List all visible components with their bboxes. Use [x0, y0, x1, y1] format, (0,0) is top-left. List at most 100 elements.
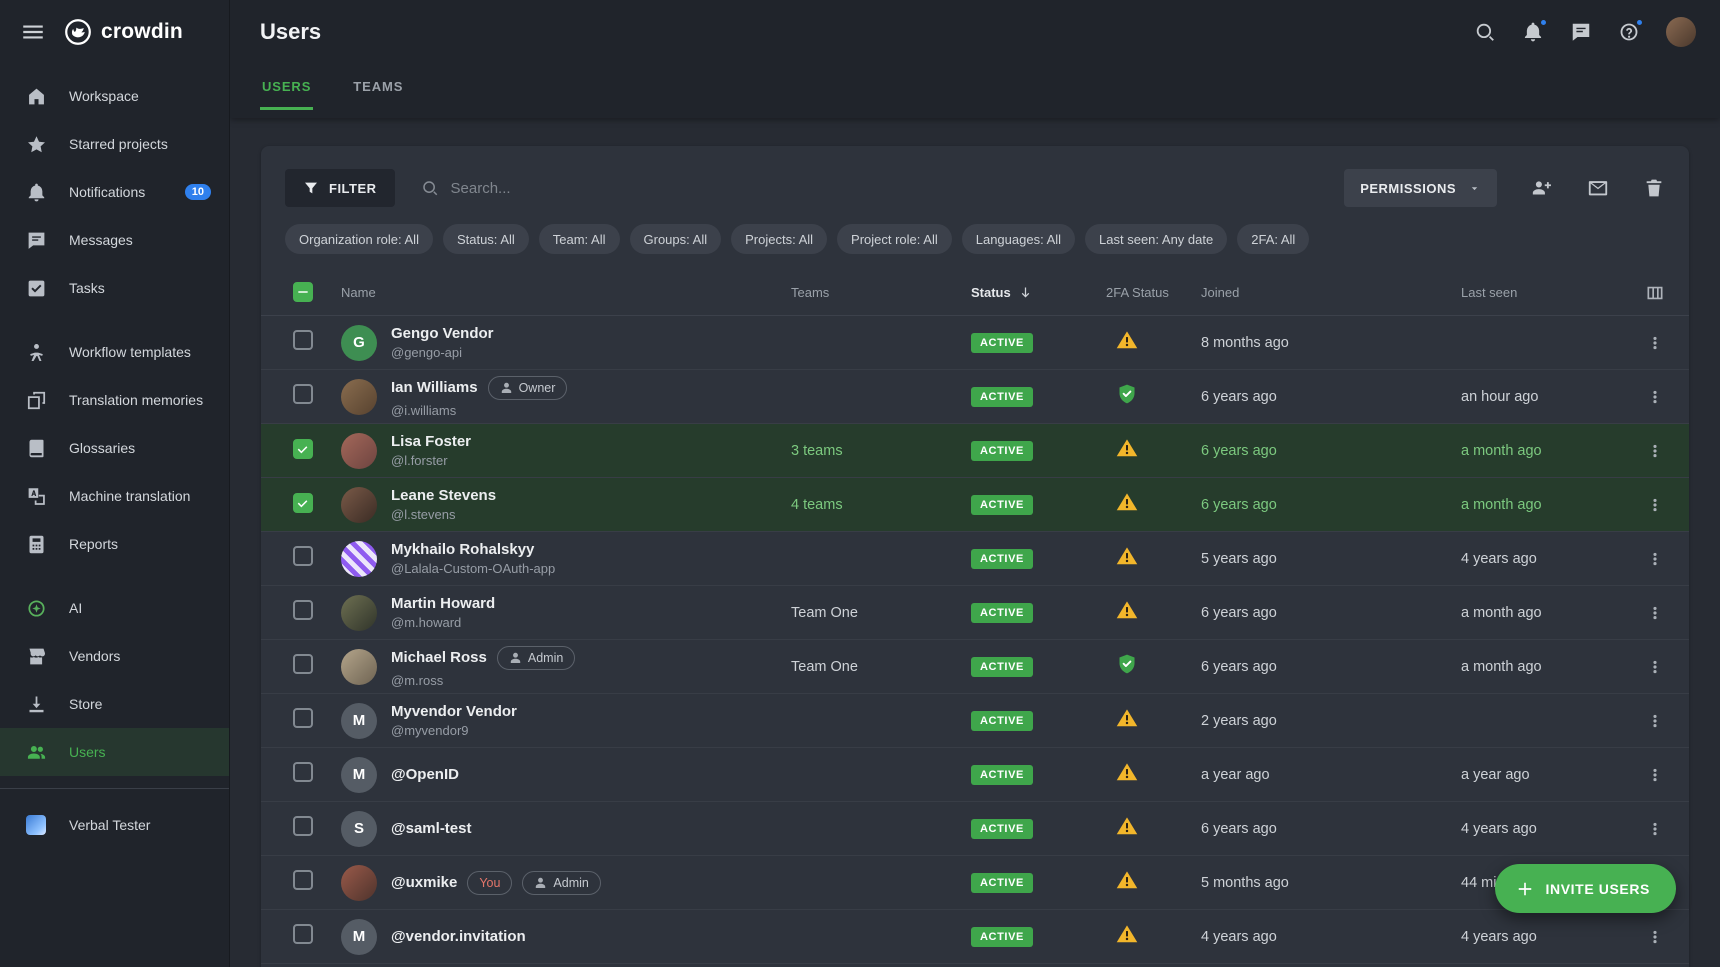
teams-cell[interactable]: Team One [791, 659, 971, 675]
column-header-teams[interactable]: Teams [791, 285, 971, 300]
row-menu-icon[interactable] [1645, 549, 1665, 569]
user-name[interactable]: Myvendor Vendor [391, 703, 517, 720]
row-menu-icon[interactable] [1645, 765, 1665, 785]
filter-chip-languages-all[interactable]: Languages: All [962, 224, 1075, 254]
search-icon[interactable] [1474, 21, 1496, 43]
tab-teams[interactable]: TEAMS [351, 63, 405, 110]
row-menu-icon[interactable] [1645, 603, 1665, 623]
row-checkbox[interactable] [293, 600, 313, 620]
sidebar-item-reports[interactable]: Reports [0, 520, 229, 568]
sidebar-item-glossaries[interactable]: Glossaries [0, 424, 229, 472]
sidebar-item-store[interactable]: Store [0, 680, 229, 728]
search-input[interactable] [449, 179, 769, 198]
user-name[interactable]: Michael Ross [391, 649, 487, 666]
sidebar-item-messages[interactable]: Messages [0, 216, 229, 264]
user-name[interactable]: @vendor.invitation [391, 928, 526, 945]
user-name[interactable]: @OpenID [391, 766, 459, 783]
avatar [341, 595, 377, 631]
row-checkbox[interactable] [293, 384, 313, 404]
badge-person-icon [500, 381, 513, 394]
filter-chip-groups-all[interactable]: Groups: All [630, 224, 722, 254]
column-header-name[interactable]: Name [341, 285, 791, 300]
row-menu-icon[interactable] [1645, 387, 1665, 407]
tab-users[interactable]: USERS [260, 63, 313, 110]
sidebar-item-vendors[interactable]: Vendors [0, 632, 229, 680]
row-menu-icon[interactable] [1645, 333, 1665, 353]
row-checkbox[interactable] [293, 870, 313, 890]
sidebar-item-notifications[interactable]: Notifications10 [0, 168, 229, 216]
row-menu-icon[interactable] [1645, 495, 1665, 515]
sidebar-item-users[interactable]: Users [0, 728, 229, 776]
filter-chip-last-seen-any-date[interactable]: Last seen: Any date [1085, 224, 1227, 254]
2fa-protected-icon [1116, 653, 1138, 675]
user-name[interactable]: Ian Williams [391, 379, 478, 396]
chat-icon[interactable] [1570, 21, 1592, 43]
column-header-last-seen[interactable]: Last seen [1461, 285, 1617, 300]
row-checkbox[interactable] [293, 816, 313, 836]
last-seen-cell: a month ago [1461, 497, 1617, 513]
glossary-icon [26, 438, 47, 459]
joined-cell: 8 months ago [1201, 335, 1461, 351]
sidebar-item-workspace[interactable]: Workspace [0, 72, 229, 120]
teams-cell[interactable]: 3 teams [791, 443, 971, 459]
crowdin-app: crowdin WorkspaceStarred projectsNotific… [0, 0, 1720, 967]
admin-badge: Admin [497, 646, 575, 670]
column-header-status[interactable]: Status [971, 285, 1106, 300]
bell-icon[interactable] [1522, 21, 1544, 43]
filter-chip-status-all[interactable]: Status: All [443, 224, 529, 254]
sidebar-item-translation-memories[interactable]: Translation memories [0, 376, 229, 424]
sidebar-item-workflow-templates[interactable]: Workflow templates [0, 328, 229, 376]
row-menu-icon[interactable] [1645, 927, 1665, 947]
user-name[interactable]: Lisa Foster [391, 433, 471, 450]
user-name[interactable]: Leane Stevens [391, 487, 496, 504]
row-menu-icon[interactable] [1645, 441, 1665, 461]
user-name[interactable]: @uxmike [391, 874, 457, 891]
trash-icon[interactable] [1643, 177, 1665, 199]
sidebar-item-machine-translation[interactable]: Machine translation [0, 472, 229, 520]
user-name[interactable]: @saml-test [391, 820, 472, 837]
teams-cell[interactable]: Team One [791, 605, 971, 621]
sidebar-item-ai[interactable]: AI [0, 584, 229, 632]
user-name[interactable]: Mykhailo Rohalskyy [391, 541, 534, 558]
user-name[interactable]: Gengo Vendor [391, 325, 494, 342]
2fa-warning-icon [1116, 761, 1138, 783]
filter-chip-2fa-all[interactable]: 2FA: All [1237, 224, 1309, 254]
toolbar: FILTER PERMISSIONS [285, 146, 1665, 208]
filter-chip-team-all[interactable]: Team: All [539, 224, 620, 254]
mail-icon[interactable] [1587, 177, 1609, 199]
add-users-icon[interactable] [1531, 177, 1553, 199]
sidebar-item-verbal-tester[interactable]: Verbal Tester [0, 801, 229, 849]
filter-chip-organization-role-all[interactable]: Organization role: All [285, 224, 433, 254]
row-checkbox[interactable] [293, 708, 313, 728]
filter-chip-project-role-all[interactable]: Project role: All [837, 224, 952, 254]
row-checkbox[interactable] [293, 330, 313, 350]
row-menu-icon[interactable] [1645, 657, 1665, 677]
row-checkbox[interactable] [293, 654, 313, 674]
teams-cell[interactable]: 4 teams [791, 497, 971, 513]
column-settings-icon[interactable] [1645, 283, 1665, 303]
row-menu-icon[interactable] [1645, 711, 1665, 731]
column-header-2fa-status[interactable]: 2FA Status [1106, 285, 1201, 300]
column-header-joined[interactable]: Joined [1201, 285, 1461, 300]
permissions-button[interactable]: PERMISSIONS [1344, 169, 1497, 207]
filter-button[interactable]: FILTER [285, 169, 395, 207]
row-checkbox[interactable] [293, 493, 313, 513]
row-checkbox[interactable] [293, 439, 313, 459]
status-badge: ACTIVE [971, 711, 1033, 731]
row-checkbox[interactable] [293, 762, 313, 782]
invite-users-button[interactable]: INVITE USERS [1495, 864, 1676, 913]
help-icon[interactable] [1618, 21, 1640, 43]
user-name[interactable]: Martin Howard [391, 595, 495, 612]
menu-icon[interactable] [20, 19, 46, 45]
2fa-warning-icon [1116, 599, 1138, 621]
row-checkbox[interactable] [293, 546, 313, 566]
table-row: Leane Stevens@l.stevens4 teamsACTIVE6 ye… [261, 478, 1689, 532]
crowdin-logo[interactable]: crowdin [64, 18, 183, 46]
user-avatar[interactable] [1666, 17, 1696, 47]
sidebar-item-tasks[interactable]: Tasks [0, 264, 229, 312]
sidebar-item-starred-projects[interactable]: Starred projects [0, 120, 229, 168]
filter-chip-projects-all[interactable]: Projects: All [731, 224, 827, 254]
row-checkbox[interactable] [293, 924, 313, 944]
select-all-checkbox[interactable] [293, 282, 313, 302]
row-menu-icon[interactable] [1645, 819, 1665, 839]
